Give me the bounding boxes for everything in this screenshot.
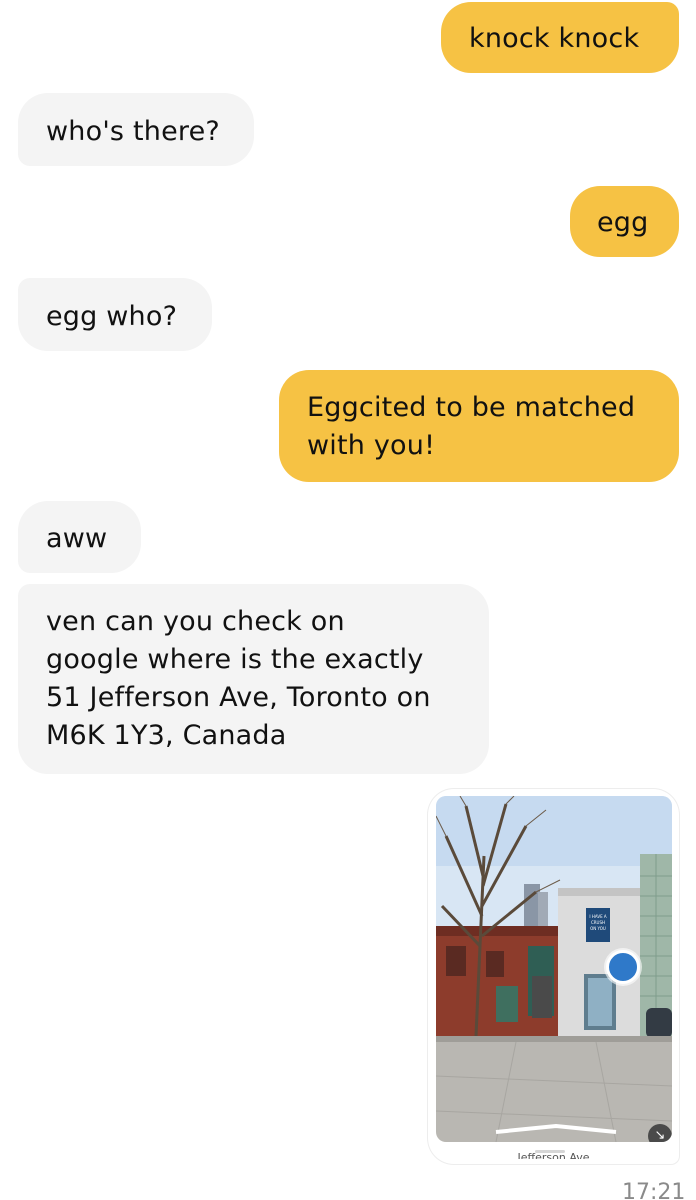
message-text-line: M6K 1Y3, Canada [46, 720, 287, 751]
received-message-bubble[interactable]: aww [18, 501, 141, 573]
message-text-line: with you! [307, 430, 436, 461]
svg-text:ON YOU: ON YOU [590, 926, 606, 931]
message-timestamp: 17:21 [622, 1180, 686, 1200]
sent-message-bubble[interactable]: Eggcited to be matched with you! [279, 370, 679, 482]
message-text-line: 51 Jefferson Ave, Toronto on [46, 682, 431, 713]
collapse-icon[interactable]: ↘ [648, 1124, 672, 1142]
message-text: egg [597, 207, 649, 238]
message-text-line: google where is the exactly [46, 644, 424, 675]
received-message-bubble[interactable]: egg who? [18, 278, 212, 351]
message-text: who's there? [46, 116, 220, 147]
sign-text: I HAVE A [589, 914, 606, 919]
street-view-image[interactable]: I HAVE A CRUSH ON YOU ↘ [436, 796, 672, 1142]
sent-message-bubble[interactable]: egg [570, 186, 679, 257]
location-pin-icon[interactable] [606, 950, 640, 984]
svg-text:CRUSH: CRUSH [591, 920, 605, 925]
message-text: aww [46, 523, 108, 554]
message-text: egg who? [46, 301, 178, 332]
message-text-line: Eggcited to be matched [307, 392, 636, 423]
shared-street-view-photo[interactable]: I HAVE A CRUSH ON YOU ↘ Jefferson Ave [428, 789, 679, 1164]
chat-thread: knock knock who's there? egg egg who? Eg… [0, 0, 696, 1200]
message-text: knock knock [469, 23, 640, 54]
drag-handle[interactable] [535, 1150, 565, 1153]
received-message-bubble[interactable]: ven can you check on google where is the… [18, 584, 489, 774]
received-message-bubble[interactable]: who's there? [18, 93, 254, 166]
sent-message-bubble[interactable]: knock knock [441, 2, 679, 73]
message-text-line: ven can you check on [46, 606, 345, 637]
